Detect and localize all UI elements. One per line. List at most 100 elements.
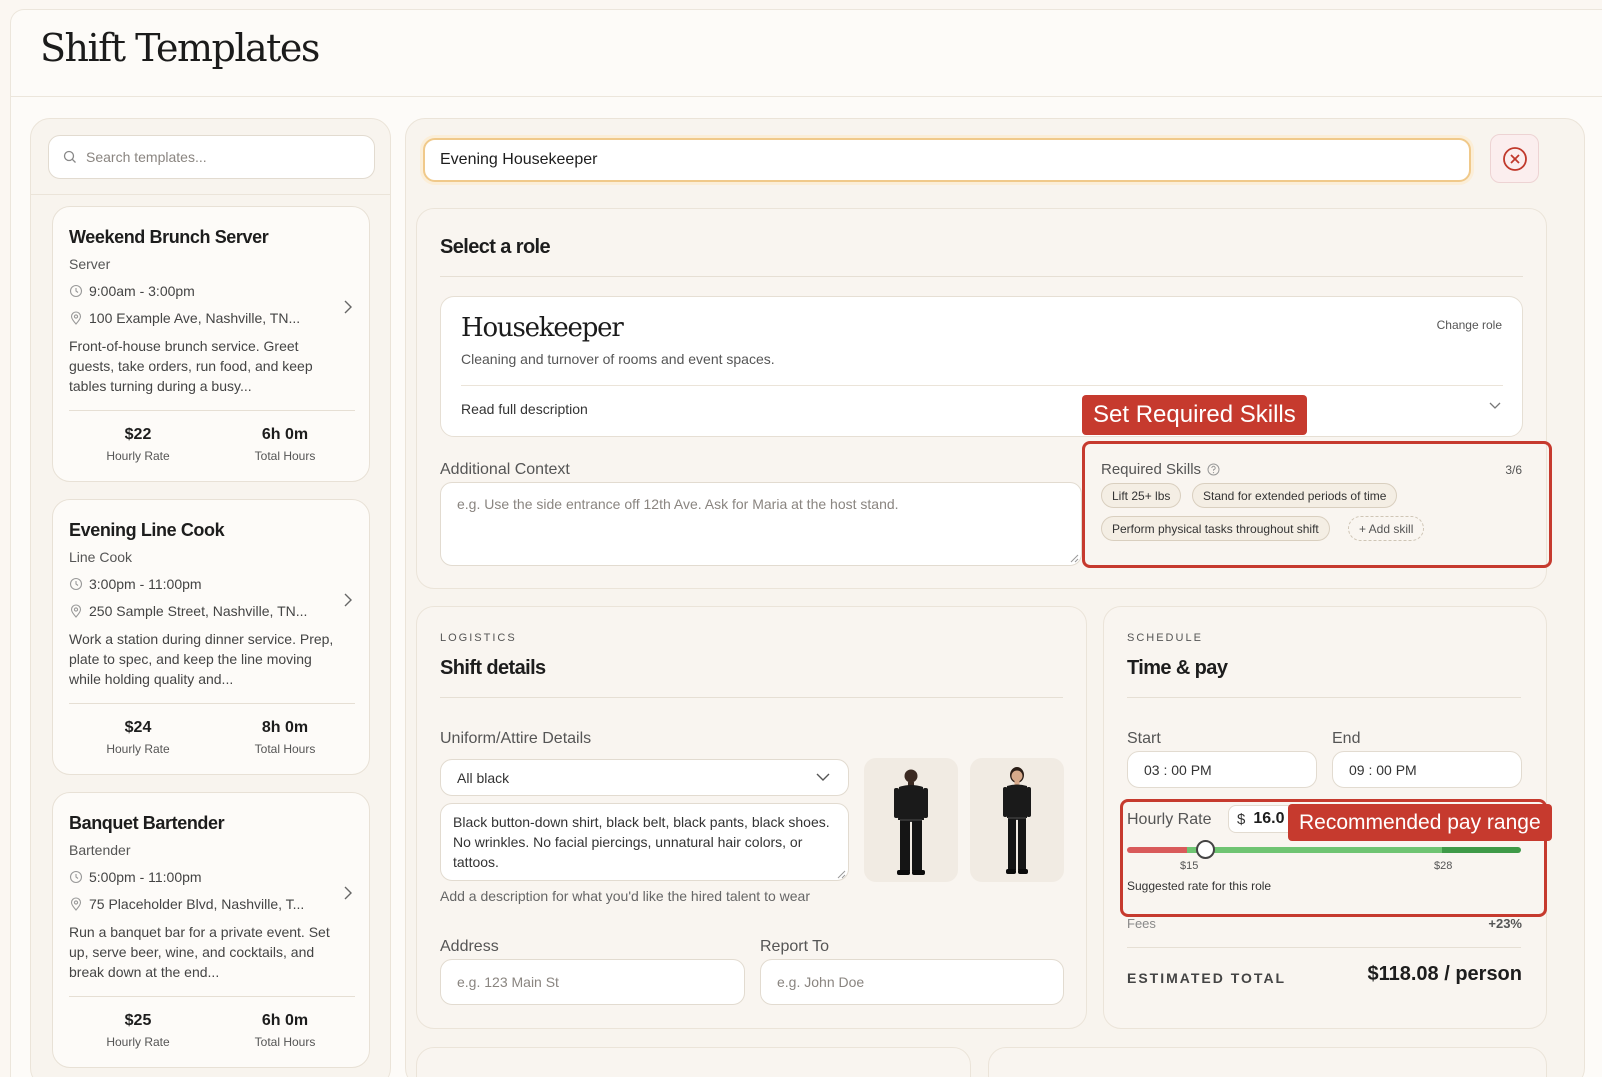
template-rate-stat: $24 Hourly Rate (78, 719, 198, 756)
template-hours: 8h 0m (261, 719, 309, 736)
start-time-input[interactable]: 03 : 00 PM (1127, 751, 1317, 788)
chevron-right-icon[interactable] (343, 592, 353, 608)
template-rate: $24 (124, 719, 152, 736)
resize-handle-icon[interactable] (836, 869, 846, 879)
read-full-description-toggle[interactable]: Read full description (461, 401, 588, 417)
template-rate: $25 (124, 1012, 152, 1029)
template-hours-stat: 6h 0m Total Hours (225, 1012, 345, 1049)
fees-label: Fees (1127, 916, 1156, 931)
page-title: Shift Templates (40, 26, 320, 70)
selected-role-card: Housekeeper Cleaning and turnover of roo… (440, 296, 1523, 437)
template-divider (69, 996, 355, 997)
template-time-row: 9:00am - 3:00pm (69, 283, 195, 299)
template-rate-label: Hourly Rate (106, 449, 170, 463)
chevron-right-icon[interactable] (343, 299, 353, 315)
section-divider (1127, 697, 1521, 698)
template-rate-stat: $25 Hourly Rate (78, 1012, 198, 1049)
close-circle-icon (1502, 146, 1527, 171)
search-icon (63, 150, 76, 163)
template-role: Bartender (69, 842, 131, 858)
template-card[interactable]: Evening Line Cook Line Cook 3:00pm - 11:… (52, 499, 370, 775)
template-location-row: 75 Placeholder Blvd, Nashville, T... (69, 896, 304, 912)
template-hours-label: Total Hours (254, 742, 316, 756)
end-label: End (1332, 730, 1361, 747)
annotation-box-skills (1082, 441, 1552, 568)
location-pin-icon (70, 311, 82, 325)
template-time: 3:00pm - 11:00pm (89, 576, 202, 592)
location-pin-icon (70, 897, 82, 911)
close-button[interactable] (1490, 134, 1539, 183)
template-editor: Select a role Housekeeper Cleaning and t… (405, 118, 1585, 1077)
template-location: 250 Sample Street, Nashville, TN... (89, 603, 308, 619)
template-hours: 6h 0m (261, 1012, 309, 1029)
template-role: Line Cook (69, 549, 133, 565)
address-input[interactable]: e.g. 123 Main St (440, 959, 745, 1005)
next-section-card (416, 1047, 971, 1077)
estimated-total-value: $118.08 / person (1367, 963, 1522, 985)
estimated-total-label: ESTIMATED TOTAL (1127, 970, 1287, 986)
template-hours-label: Total Hours (254, 449, 316, 463)
template-time: 9:00am - 3:00pm (89, 283, 195, 299)
logistics-eyebrow: LOGISTICS (440, 632, 517, 644)
report-to-input[interactable]: e.g. John Doe (760, 959, 1064, 1005)
template-rate-label: Hourly Rate (106, 742, 170, 756)
template-location: 100 Example Ave, Nashville, TN... (89, 310, 301, 326)
template-hours: 6h 0m (261, 426, 309, 443)
uniform-select[interactable]: All black (440, 759, 849, 796)
end-time-input[interactable]: 09 : 00 PM (1332, 751, 1522, 788)
uniform-label: Uniform/Attire Details (440, 730, 592, 747)
change-role-link[interactable]: Change role (1437, 318, 1502, 332)
template-time-row: 3:00pm - 11:00pm (69, 576, 202, 592)
template-location: 75 Placeholder Blvd, Nashville, T... (89, 896, 305, 912)
template-name-input[interactable] (423, 138, 1471, 182)
person-figure-icon (1003, 767, 1031, 874)
chevron-right-icon[interactable] (343, 885, 353, 901)
template-description: Run a banquet bar for a private event. S… (69, 924, 330, 980)
template-hours-stat: 8h 0m Total Hours (225, 719, 345, 756)
template-location-row: 100 Example Ave, Nashville, TN... (69, 310, 300, 326)
shift-details-title: Shift details (440, 657, 546, 679)
uniform-example-photo-male[interactable] (864, 758, 958, 882)
template-title: Evening Line Cook (69, 520, 225, 540)
template-location-row: 250 Sample Street, Nashville, TN... (69, 603, 307, 619)
template-rate-label: Hourly Rate (106, 1035, 170, 1049)
schedule-eyebrow: SCHEDULE (1127, 632, 1203, 644)
template-description: Work a station during dinner service. Pr… (69, 631, 334, 687)
uniform-description-input[interactable]: Black button-down shirt, black belt, bla… (440, 803, 849, 881)
annotation-box-pay (1120, 799, 1547, 917)
section-divider (440, 276, 1523, 277)
report-to-label: Report To (760, 938, 830, 955)
template-rate-stat: $22 Hourly Rate (78, 426, 198, 463)
address-label: Address (440, 938, 499, 955)
location-pin-icon (70, 604, 82, 618)
uniform-example-photo-female[interactable] (970, 758, 1064, 882)
annotation-label-skills: Set Required Skills (1082, 395, 1307, 435)
next-section-card (988, 1047, 1547, 1077)
template-divider (69, 703, 355, 704)
additional-context-input[interactable] (440, 482, 1082, 566)
role-section-title: Select a role (440, 236, 551, 258)
templates-sidebar: Weekend Brunch Server Server 9:00am - 3:… (30, 118, 391, 1077)
start-label: Start (1127, 730, 1161, 747)
chevron-down-icon[interactable] (1488, 400, 1502, 410)
template-role: Server (69, 256, 111, 272)
search-input[interactable] (86, 149, 356, 165)
additional-context-label: Additional Context (440, 461, 570, 478)
resize-handle-icon[interactable] (1069, 553, 1079, 563)
clock-icon (69, 870, 83, 884)
template-description: Front-of-house brunch service. Greet gue… (69, 338, 313, 394)
sidebar-divider (31, 194, 390, 195)
search-box[interactable] (48, 135, 375, 179)
template-card[interactable]: Banquet Bartender Bartender 5:00pm - 11:… (52, 792, 370, 1068)
uniform-selected-value: All black (457, 769, 510, 786)
logistics-section: LOGISTICS Shift details Uniform/Attire D… (416, 606, 1087, 1029)
template-hours-stat: 6h 0m Total Hours (225, 426, 345, 463)
template-time-row: 5:00pm - 11:00pm (69, 869, 202, 885)
template-title: Banquet Bartender (69, 813, 225, 833)
role-description: Cleaning and turnover of rooms and event… (461, 351, 775, 367)
template-card[interactable]: Weekend Brunch Server Server 9:00am - 3:… (52, 206, 370, 482)
section-divider (1127, 947, 1521, 948)
template-hours-label: Total Hours (254, 1035, 316, 1049)
uniform-help-text: Add a description for what you'd like th… (440, 888, 810, 904)
section-divider (440, 697, 1063, 698)
